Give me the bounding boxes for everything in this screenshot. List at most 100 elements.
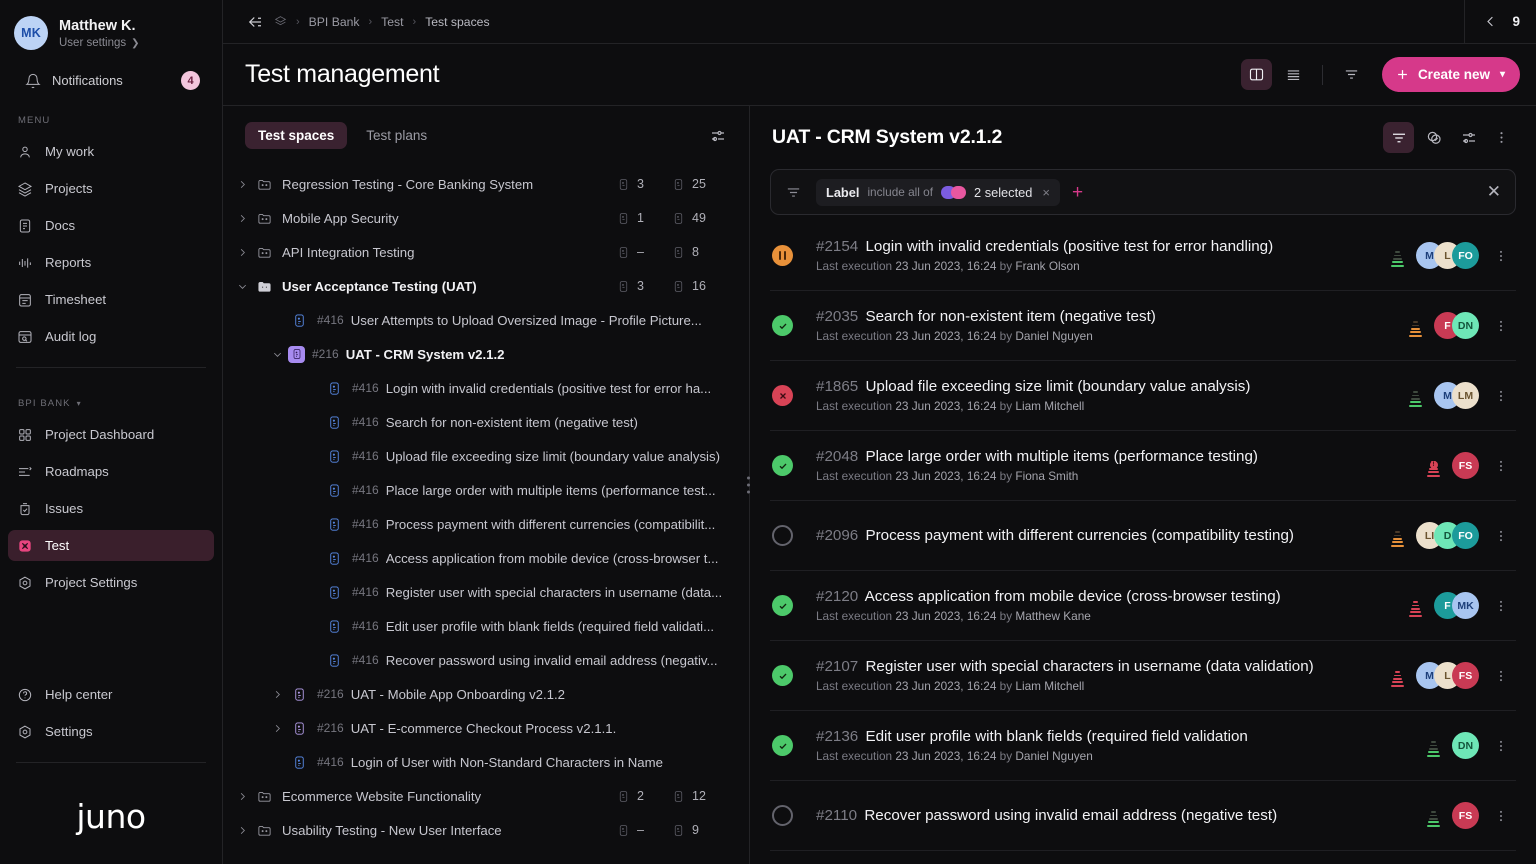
assignee-avatars[interactable]: M L FO xyxy=(1416,242,1479,269)
tree-row[interactable]: #416 Edit user profile with blank fields … xyxy=(223,609,749,643)
tree-row[interactable]: API Integration Testing –8 xyxy=(223,235,749,269)
test-case-row[interactable]: #2096 Process payment with different cur… xyxy=(770,501,1516,571)
row-more-menu-button[interactable] xyxy=(1490,459,1512,473)
tree-row[interactable]: #416 Place large order with multiple item… xyxy=(223,473,749,507)
row-more-menu-button[interactable] xyxy=(1490,529,1512,543)
filter-chip-label[interactable]: Label include all of 2 selected × xyxy=(816,178,1060,206)
test-case-row[interactable]: #1865 Upload file exceeding size limit (… xyxy=(770,361,1516,431)
chevron-left-icon[interactable] xyxy=(1483,14,1498,29)
tree-row[interactable]: Ecommerce Website Functionality 2 12 xyxy=(223,779,749,813)
tree-row[interactable]: #416 Login with invalid credentials (posi… xyxy=(223,371,749,405)
tree-settings-button[interactable] xyxy=(702,120,733,151)
chevron-down-icon[interactable] xyxy=(266,349,288,360)
tree-row[interactable]: #216 UAT - E-commerce Checkout Process v2… xyxy=(223,711,749,745)
filter-chip-value[interactable]: 2 selected xyxy=(974,185,1032,200)
tree-row[interactable]: Usability Testing - New User Interface –9 xyxy=(223,813,749,847)
test-case-row[interactable]: #2048 Place large order with multiple it… xyxy=(770,431,1516,501)
chevron-down-icon[interactable] xyxy=(231,281,253,292)
chevron-right-icon[interactable] xyxy=(231,825,253,836)
back-arrow-icon[interactable] xyxy=(245,12,265,32)
filter-chip-remove-icon[interactable]: × xyxy=(1040,185,1052,200)
row-more-menu-button[interactable] xyxy=(1490,739,1512,753)
breadcrumb-item-bpi-bank[interactable]: BPI Bank xyxy=(309,15,360,29)
sidebar-item-issues[interactable]: Issues xyxy=(8,493,214,524)
status-icon-wrap[interactable] xyxy=(772,665,816,686)
tree-row[interactable]: #216 UAT - CRM System v2.1.2 xyxy=(223,337,749,371)
close-filter-bar-button[interactable]: ✕ xyxy=(1487,182,1501,202)
project-section-header[interactable]: BPI BANK ▾ xyxy=(0,380,222,416)
status-icon-wrap[interactable] xyxy=(772,385,816,406)
row-more-menu-button[interactable] xyxy=(1490,319,1512,333)
sidebar-item-help-center[interactable]: Help center xyxy=(8,679,214,710)
pane-resize-handle[interactable] xyxy=(744,472,753,498)
assignee-avatars[interactable]: M LM xyxy=(1434,382,1479,409)
tree-row[interactable]: #216 UAT - Mobile App Onboarding v2.1.2 xyxy=(223,677,749,711)
assignee-avatars[interactable]: DN xyxy=(1452,732,1479,759)
assignee-avatars[interactable]: F DN xyxy=(1434,312,1479,339)
test-case-row[interactable]: #2154 Login with invalid credentials (po… xyxy=(770,221,1516,291)
filter-chip-operator[interactable]: include all of xyxy=(867,185,933,199)
chevron-right-icon[interactable] xyxy=(231,791,253,802)
sidebar-item-audit-log[interactable]: Audit log xyxy=(8,321,214,352)
sidebar-item-timesheet[interactable]: Timesheet xyxy=(8,284,214,315)
tab-test-spaces[interactable]: Test spaces xyxy=(245,122,348,149)
test-case-row[interactable]: #2120 Access application from mobile dev… xyxy=(770,571,1516,641)
tree-row[interactable]: #416 Search for non-existent item (negati… xyxy=(223,405,749,439)
assignee-avatars[interactable]: LI D FO xyxy=(1416,522,1479,549)
chevron-right-icon[interactable] xyxy=(231,247,253,258)
test-case-row[interactable]: #2107 Register user with special charact… xyxy=(770,641,1516,711)
status-icon-wrap[interactable] xyxy=(772,595,816,616)
breadcrumb-item-test-spaces[interactable]: Test spaces xyxy=(425,15,489,29)
user-settings-link[interactable]: User settings ❯ xyxy=(59,37,140,49)
create-new-button[interactable]: Create new ▾ xyxy=(1381,57,1520,92)
user-profile-block[interactable]: MK Matthew K. User settings ❯ xyxy=(0,0,222,62)
test-case-row[interactable]: #2110 Recover password using invalid ema… xyxy=(770,781,1516,851)
sidebar-item-reports[interactable]: Reports xyxy=(8,247,214,278)
tree-row[interactable]: User Acceptance Testing (UAT) 3 16 xyxy=(223,269,749,303)
tree-row[interactable]: #416 Access application from mobile devic… xyxy=(223,541,749,575)
tree-row[interactable]: #416 Process payment with different curre… xyxy=(223,507,749,541)
sidebar-item-roadmaps[interactable]: Roadmaps xyxy=(8,456,214,487)
column-settings-button[interactable] xyxy=(1453,122,1484,153)
row-more-menu-button[interactable] xyxy=(1490,669,1512,683)
sidebar-item-notifications[interactable]: Notifications 4 xyxy=(8,64,214,97)
chevron-right-icon[interactable] xyxy=(266,723,288,734)
assignee-avatars[interactable]: F MK xyxy=(1434,592,1479,619)
row-more-menu-button[interactable] xyxy=(1490,599,1512,613)
sidebar-item-docs[interactable]: Docs xyxy=(8,210,214,241)
status-icon-wrap[interactable] xyxy=(772,805,816,826)
row-more-menu-button[interactable] xyxy=(1490,249,1512,263)
project-icon[interactable] xyxy=(274,15,287,28)
tab-test-plans[interactable]: Test plans xyxy=(353,122,440,149)
tree-row[interactable]: #416 Upload file exceeding size limit (bo… xyxy=(223,439,749,473)
sidebar-item-test[interactable]: Test xyxy=(8,530,214,561)
status-icon-wrap[interactable] xyxy=(772,315,816,336)
status-icon-wrap[interactable] xyxy=(772,735,816,756)
tree-row[interactable]: #416 Login of User with Non-Standard Char… xyxy=(223,745,749,779)
row-more-menu-button[interactable] xyxy=(1490,809,1512,823)
test-case-row[interactable]: #2035 Search for non-existent item (nega… xyxy=(770,291,1516,361)
assignee-avatars[interactable]: FS xyxy=(1452,452,1479,479)
split-view-button[interactable] xyxy=(1240,59,1272,90)
bulk-select-button[interactable] xyxy=(1418,122,1449,153)
assignee-avatars[interactable]: M L FS xyxy=(1416,662,1479,689)
tree-row[interactable]: #416 User Attempts to Upload Oversized Im… xyxy=(223,303,749,337)
filter-toggle-button[interactable] xyxy=(1383,122,1414,153)
add-filter-button[interactable]: + xyxy=(1072,183,1083,202)
sidebar-item-project-settings[interactable]: Project Settings xyxy=(8,567,214,598)
status-icon-wrap[interactable] xyxy=(772,455,816,476)
tree-row[interactable]: #416 Register user with special character… xyxy=(223,575,749,609)
status-icon-wrap[interactable] xyxy=(772,525,816,546)
assignee-avatars[interactable]: FS xyxy=(1452,802,1479,829)
tree-row[interactable]: #416 Recover password using invalid email… xyxy=(223,643,749,677)
sidebar-item-project-dashboard[interactable]: Project Dashboard xyxy=(8,419,214,450)
test-case-row[interactable]: #2136 Edit user profile with blank field… xyxy=(770,711,1516,781)
chevron-right-icon[interactable] xyxy=(266,689,288,700)
breadcrumb-item-test[interactable]: Test xyxy=(381,15,403,29)
chevron-right-icon[interactable] xyxy=(231,179,253,190)
sidebar-item-my-work[interactable]: My work xyxy=(8,136,214,167)
sidebar-item-settings[interactable]: Settings xyxy=(8,716,214,747)
chevron-right-icon[interactable] xyxy=(231,213,253,224)
row-more-menu-button[interactable] xyxy=(1490,389,1512,403)
tree-row[interactable]: Mobile App Security 1 49 xyxy=(223,201,749,235)
